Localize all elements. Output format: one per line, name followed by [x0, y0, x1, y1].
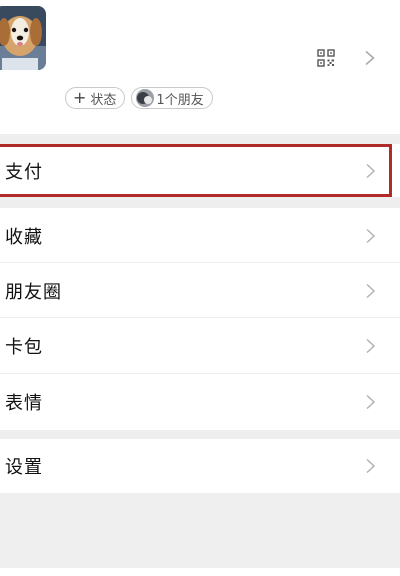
menu-item-pay[interactable]: 支付: [0, 144, 400, 197]
qr-code-icon[interactable]: [317, 49, 335, 67]
menu-item-label: 朋友圈: [5, 281, 62, 303]
section-gap: [0, 430, 400, 439]
menu-item-settings[interactable]: 设置: [0, 439, 400, 493]
chevron-right-icon: [366, 163, 376, 178]
status-label: 状态: [90, 92, 117, 108]
plus-icon: +: [73, 88, 87, 107]
friend-avatar: [136, 89, 155, 107]
section-gap: [0, 134, 400, 144]
menu-item-moments[interactable]: 朋友圈: [0, 263, 400, 318]
empty-area: [0, 493, 400, 576]
chevron-right-icon[interactable]: [364, 50, 376, 66]
menu-item-favorites[interactable]: 收藏: [0, 208, 400, 263]
menu-item-stickers[interactable]: 表情: [0, 374, 400, 430]
menu-item-label: 表情: [5, 393, 43, 414]
tab-bar-edge: [0, 568, 400, 576]
menu-item-cards[interactable]: 卡包: [0, 318, 400, 374]
chevron-right-icon: [366, 283, 376, 298]
chevron-right-icon: [366, 228, 376, 243]
profile-header[interactable]: + 状态 1个朋友: [0, 0, 400, 134]
chevron-right-icon: [366, 458, 376, 474]
chevron-right-icon: [366, 394, 376, 410]
chevron-right-icon: [366, 338, 376, 354]
menu-item-label: 收藏: [5, 226, 43, 248]
section-gap: [0, 197, 400, 208]
avatar[interactable]: [0, 6, 46, 70]
menu-item-label: 支付: [5, 161, 43, 183]
status-button[interactable]: + 状态: [65, 87, 126, 109]
menu-item-label: 设置: [5, 457, 43, 478]
status-chips: + 状态 1个朋友: [65, 87, 213, 109]
friends-button[interactable]: 1个朋友: [131, 87, 213, 109]
menu-item-label: 卡包: [5, 337, 43, 358]
friends-label: 1个朋友: [156, 92, 204, 108]
me-page: + 状态 1个朋友 支付 收藏 朋友圈 卡包 表情 设置: [0, 0, 400, 576]
